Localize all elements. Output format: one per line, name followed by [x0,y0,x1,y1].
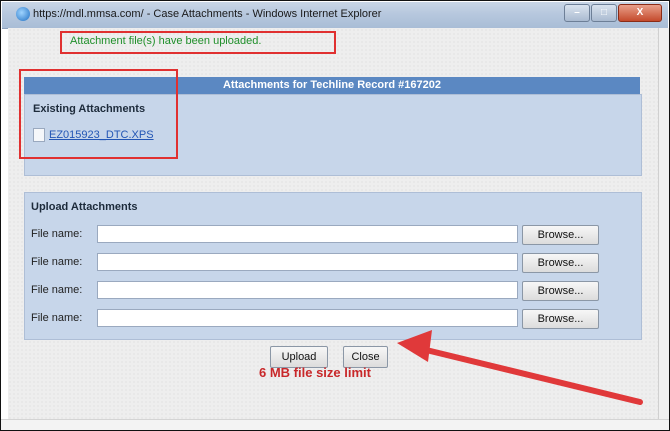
status-strip [1,419,669,430]
ie-icon [16,7,30,21]
scrollbar[interactable] [658,28,669,419]
close-window-button[interactable]: X [618,4,662,22]
maximize-button[interactable]: □ [591,4,617,22]
title-bar: https://mdl.mmsa.com/ - Case Attachments… [2,2,668,29]
window-title: https://mdl.mmsa.com/ - Case Attachments… [33,8,382,20]
browser-window: https://mdl.mmsa.com/ - Case Attachments… [0,0,670,431]
annotation-arrow [397,330,643,405]
minimize-button[interactable]: – [564,4,590,22]
window-controls: – □ X [564,4,662,22]
page-content: Attachment file(s) have been uploaded. A… [8,28,660,419]
